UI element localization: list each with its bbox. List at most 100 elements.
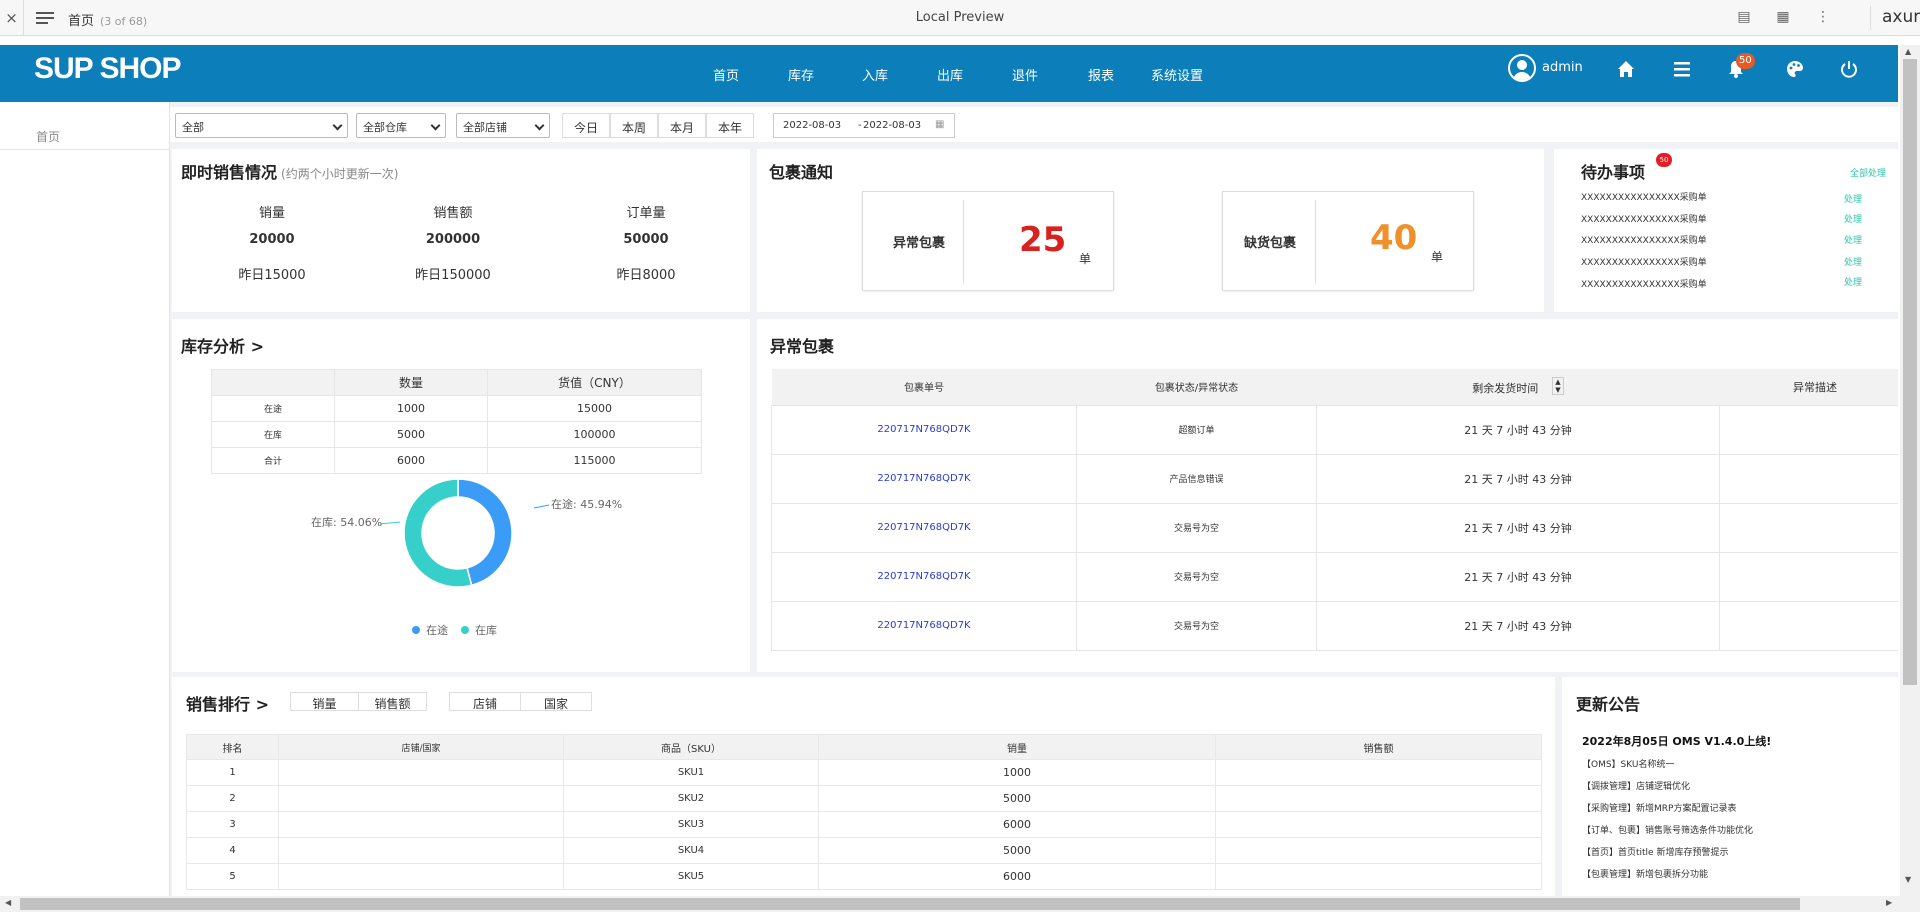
sku-cell: SKU2: [563, 785, 819, 812]
tab-country[interactable]: 国家: [520, 692, 592, 711]
more-vertical-icon[interactable]: ⋮: [1814, 9, 1832, 27]
sales-ranking-title[interactable]: 销售排行 >: [186, 691, 269, 715]
brand-logo[interactable]: SUP SHOP: [34, 52, 181, 86]
abnormal-parcel-card[interactable]: 异常包裹 25 单: [862, 191, 1114, 291]
scroll-down-icon[interactable]: ▼: [1905, 875, 1911, 884]
vertical-scroll-thumb[interactable]: [1903, 59, 1917, 685]
tab-sales-amount[interactable]: 销售额: [358, 692, 427, 711]
todo-handle-link[interactable]: 处理: [1844, 255, 1862, 268]
chevron-down-icon: [534, 120, 545, 131]
legend-stock[interactable]: 在库: [475, 624, 497, 637]
nav-settings[interactable]: 系统设置: [1151, 65, 1203, 84]
todo-handle-link[interactable]: 处理: [1844, 275, 1862, 288]
abnormal-parcel-count: 25: [1019, 220, 1067, 260]
store-cell: [278, 759, 564, 786]
nav-reports[interactable]: 报表: [1088, 65, 1114, 84]
nav-home[interactable]: 首页: [713, 65, 739, 84]
tab-sales-volume[interactable]: 销量: [290, 692, 359, 711]
store-select[interactable]: 全部店铺: [456, 113, 550, 138]
scroll-up-icon[interactable]: ▲: [1905, 47, 1911, 56]
scroll-right-icon[interactable]: ▶: [1886, 898, 1892, 907]
preview-toolbar: × 首页(3 of 68) Local Preview ▤ ▦ ⋮ axure: [0, 0, 1920, 36]
realtime-sales-panel: 即时销售情况 (约两个小时更新一次) 销量 20000 昨日15000 销售额 2…: [172, 149, 750, 312]
user-avatar-icon[interactable]: [1508, 54, 1536, 82]
metric-value: 200000: [425, 232, 481, 247]
vertical-scrollbar[interactable]: ▲ ▼: [1900, 45, 1920, 896]
sortable-column-header[interactable]: 剩余发货时间 ▲ ▼: [1316, 369, 1720, 406]
update-item: 【订单、包裹】销售账号筛选条件功能优化: [1582, 826, 1754, 836]
date-range-input[interactable]: 2022-08-03 - 2022-08-03 ▦: [773, 113, 955, 138]
nav-returns[interactable]: 退件: [1012, 65, 1038, 84]
tab-store[interactable]: 店铺: [449, 692, 521, 711]
handle-all-link[interactable]: 全部处理: [1850, 166, 1886, 179]
column-header: 包裹单号: [771, 369, 1077, 406]
horizontal-scrollbar[interactable]: ◀ ▶: [0, 896, 1920, 912]
parcel-number-link[interactable]: 220717N768QD7K: [771, 453, 1077, 504]
this-year-button[interactable]: 本年: [706, 113, 754, 138]
power-icon[interactable]: [1838, 59, 1860, 81]
table-row: 220717N768QD7K 交易号为空 21 天 7 小时 43 分钟: [771, 502, 1898, 553]
column-header: 店铺/国家: [278, 734, 564, 760]
home-icon[interactable]: [1615, 59, 1637, 81]
column-header: 商品（SKU）: [563, 734, 819, 760]
metric-value: 50000: [623, 232, 669, 247]
this-week-button[interactable]: 本周: [610, 113, 658, 138]
breadcrumb-home[interactable]: 首页: [0, 112, 170, 150]
list-menu-icon[interactable]: [1671, 59, 1693, 81]
quantity-cell: 6000: [334, 447, 488, 474]
parcel-number-link[interactable]: 220717N768QD7K: [771, 404, 1077, 455]
rank-cell: 4: [186, 837, 279, 864]
table-row: 在途 1000 15000: [211, 395, 702, 422]
store-cell: [278, 863, 564, 890]
shortage-parcel-card[interactable]: 缺货包裹 40 单: [1222, 191, 1474, 291]
abnormal-parcel-label: 异常包裹: [893, 236, 946, 251]
updates-title: 更新公告: [1576, 695, 1641, 714]
chevron-down-icon: [332, 120, 343, 131]
nav-inbound[interactable]: 入库: [862, 65, 888, 84]
warehouse-select-value: 全部仓库: [363, 121, 407, 134]
calendar-icon[interactable]: ▦: [935, 119, 944, 130]
parcel-status: 交易号为空: [1076, 502, 1317, 553]
column-header: 排名: [186, 734, 279, 760]
rank-cell: 1: [186, 759, 279, 786]
value-cell: 115000: [487, 447, 702, 474]
parcel-number-link[interactable]: 220717N768QD7K: [771, 551, 1077, 602]
value-cell: 15000: [487, 395, 702, 422]
username[interactable]: admin: [1542, 60, 1583, 75]
nav-inventory[interactable]: 库存: [788, 65, 814, 84]
nav-outbound[interactable]: 出库: [937, 65, 963, 84]
realtime-sales-title: 即时销售情况 (约两个小时更新一次): [181, 159, 398, 183]
today-button[interactable]: 今日: [562, 113, 610, 138]
update-item: 【包裹管理】新增包裹拆分功能: [1582, 870, 1709, 880]
remaining-time: 21 天 7 小时 43 分钟: [1316, 600, 1720, 651]
row-label: 在途: [211, 395, 335, 422]
palette-icon[interactable]: [1784, 59, 1806, 81]
scroll-left-icon[interactable]: ◀: [5, 898, 11, 907]
horizontal-scroll-thumb[interactable]: [20, 898, 1800, 910]
sku-cell: SKU3: [563, 811, 819, 838]
metric-label: 订单量: [626, 206, 666, 221]
warehouse-select[interactable]: 全部仓库: [356, 113, 446, 138]
row-label: 合计: [211, 447, 335, 474]
legend-transit[interactable]: 在途: [426, 623, 448, 637]
abnormal-description: [1719, 404, 1898, 455]
shortage-parcel-unit: 单: [1431, 250, 1444, 264]
todo-handle-link[interactable]: 处理: [1844, 212, 1862, 225]
inspect-icon[interactable]: ▦: [1774, 9, 1792, 27]
parcel-number-link[interactable]: 220717N768QD7K: [771, 600, 1077, 651]
todo-handle-link[interactable]: 处理: [1844, 192, 1862, 205]
inventory-title[interactable]: 库存分析 >: [181, 333, 264, 357]
inventory-table: 数量 货值（CNY） 在途 1000 15000 在库 5000 100000 …: [211, 369, 702, 474]
amount-cell: [1215, 837, 1542, 864]
legend-transit-dot: [412, 626, 420, 634]
parcel-number-link[interactable]: 220717N768QD7K: [771, 502, 1077, 553]
notes-icon[interactable]: ▤: [1735, 9, 1753, 27]
this-month-button[interactable]: 本月: [658, 113, 706, 138]
sort-icon[interactable]: ▲ ▼: [1552, 377, 1564, 396]
remaining-time: 21 天 7 小时 43 分钟: [1316, 502, 1720, 553]
volume-cell: 5000: [818, 785, 1216, 812]
todo-handle-link[interactable]: 处理: [1844, 233, 1862, 246]
quantity-cell: 1000: [334, 395, 488, 422]
column-header: 包裹状态/异常状态: [1076, 369, 1317, 406]
category-select[interactable]: 全部: [175, 113, 348, 138]
